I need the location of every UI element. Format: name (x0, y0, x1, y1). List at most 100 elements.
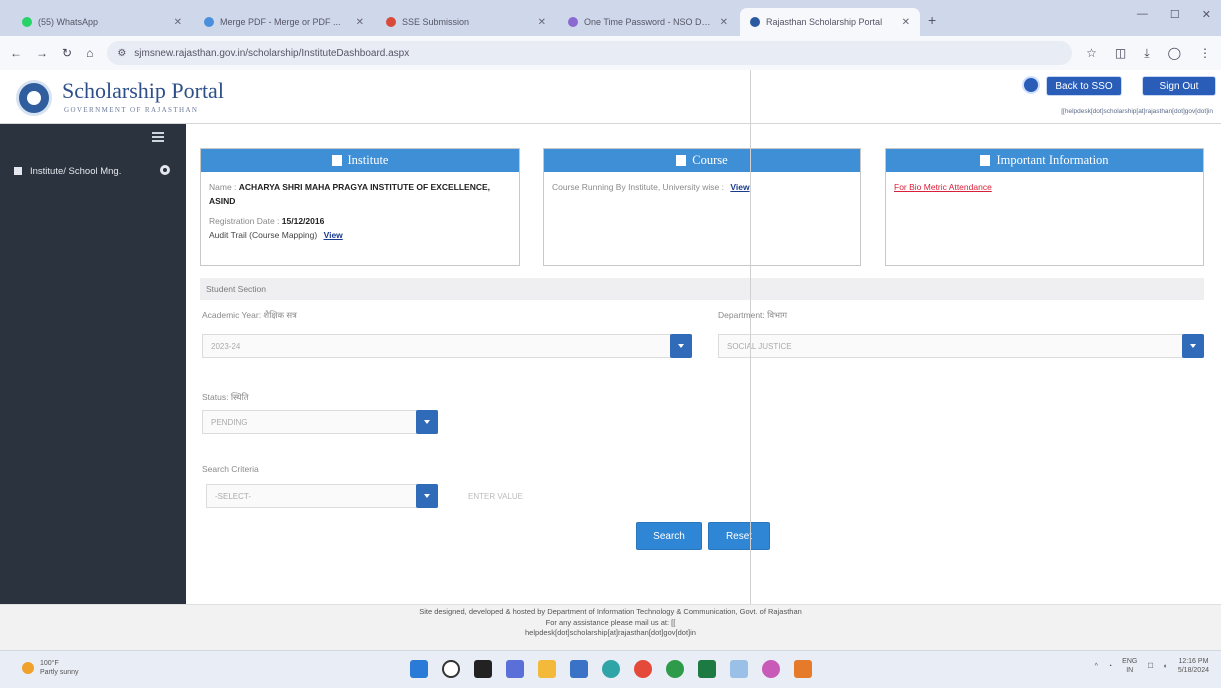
language-indicator[interactable]: ENG IN (1122, 657, 1137, 675)
browser-tab-whatsapp[interactable]: (55) WhatsApp ✕ (12, 8, 192, 36)
menu-square-icon (14, 167, 22, 175)
tray-chevron-up-icon[interactable]: ^ (1095, 662, 1098, 671)
course-running-text: Course Running By Institute, University … (552, 182, 724, 192)
sign-out-button[interactable]: Sign Out (1142, 76, 1216, 96)
close-icon[interactable]: ✕ (538, 17, 546, 28)
browser-tab-sse[interactable]: SSE Submission ✕ (376, 8, 556, 36)
window-close-icon[interactable]: ✕ (1202, 8, 1211, 21)
biometric-attendance-link[interactable]: For Bio Metric Attendance (894, 182, 992, 192)
tab-label: SSE Submission (402, 17, 470, 27)
user-icon[interactable] (1022, 76, 1040, 94)
book-icon (980, 155, 991, 166)
institute-card-header: Institute (201, 149, 519, 172)
windows-start-icon[interactable] (410, 660, 428, 678)
gear-icon[interactable] (160, 165, 170, 175)
weather-temp: 100°F (40, 660, 59, 667)
tab-label: Merge PDF - Merge or PDF ... (220, 17, 341, 27)
institute-card-title: Institute (347, 153, 389, 167)
excel-icon[interactable] (698, 660, 716, 678)
course-card-header: Course (544, 149, 860, 172)
app-green-icon[interactable] (666, 660, 684, 678)
student-section-heading: Student Section (200, 278, 1204, 300)
sidebar-toggle-icon[interactable] (152, 132, 164, 142)
chrome-profile-icon[interactable] (762, 660, 780, 678)
status-select[interactable]: PENDING (202, 410, 438, 434)
course-view-link[interactable]: View (730, 182, 749, 192)
task-view-icon[interactable] (474, 660, 492, 678)
important-info-card-header: Important Information (886, 149, 1203, 172)
important-info-card: Important Information For Bio Metric Att… (885, 148, 1204, 266)
chrome-icon[interactable] (634, 660, 652, 678)
extensions-icon[interactable]: ◫ (1115, 46, 1126, 61)
sse-icon (386, 17, 396, 27)
search-criteria-label: Search Criteria (202, 464, 259, 474)
chevron-down-icon[interactable] (670, 334, 692, 358)
reload-icon[interactable]: ↻ (62, 46, 72, 60)
clock[interactable]: 12:16 PM 5/18/2024 (1178, 657, 1209, 675)
browser-tab-otp[interactable]: One Time Password - NSO DU... ✕ (558, 8, 738, 36)
chat-icon[interactable] (506, 660, 524, 678)
institute-card: Institute Name : ACHARYA SHRI MAHA PRAGY… (200, 148, 520, 266)
search-value-input[interactable]: ENTER VALUE (462, 484, 682, 508)
taskbar-apps (410, 660, 812, 678)
close-icon[interactable]: ✕ (174, 17, 182, 28)
chevron-down-icon[interactable] (416, 410, 438, 434)
close-icon[interactable]: ✕ (720, 17, 728, 28)
helpdesk-email[interactable]: [[helpdesk[dot]scholarship[at]rajasthan[… (1061, 108, 1213, 115)
academic-year-value: 2023-24 (211, 341, 241, 351)
pin-icon[interactable] (794, 660, 812, 678)
store-icon[interactable] (570, 660, 588, 678)
course-card: Course Course Running By Institute, Univ… (543, 148, 861, 266)
minimize-icon[interactable]: — (1137, 8, 1148, 21)
network-icon[interactable]: ◔ (1108, 662, 1112, 671)
address-bar: ← → ↻ ⌂ ⚙ sjmsnew.rajasthan.gov.in/schol… (0, 36, 1221, 70)
main-content: Institute Name : ACHARYA SHRI MAHA PRAGY… (186, 124, 1221, 604)
download-icon[interactable]: ⤓ (1144, 46, 1149, 61)
sidebar-item-label: Institute/ School Mng. (30, 165, 122, 177)
site-info-icon[interactable]: ⚙ (117, 48, 126, 59)
chevron-down-icon[interactable] (1182, 334, 1204, 358)
maximize-icon[interactable]: ☐ (1170, 8, 1180, 21)
portal-title: Scholarship Portal (62, 78, 224, 103)
department-select[interactable]: SOCIAL JUSTICE (718, 334, 1204, 358)
search-button[interactable]: Search (636, 522, 702, 550)
footer-helpdesk-email[interactable]: helpdesk[dot]scholarship[at]rajasthan[do… (0, 628, 1221, 639)
file-explorer-icon[interactable] (538, 660, 556, 678)
portal-header: Scholarship Portal GOVERNMENT OF RAJASTH… (0, 70, 1221, 124)
search-criteria-value: -SELECT- (215, 491, 252, 501)
browser-tab-bar: (55) WhatsApp ✕ Merge PDF - Merge or PDF… (0, 0, 1221, 36)
sidebar-item-institute-school-mng[interactable]: Institute/ School Mng. (0, 158, 186, 184)
browser-tab-merge-pdf[interactable]: Merge PDF - Merge or PDF ... ✕ (194, 8, 374, 36)
close-icon[interactable]: ✕ (902, 17, 910, 28)
forward-arrow-icon[interactable]: → (36, 46, 48, 60)
back-arrow-icon[interactable]: ← (10, 46, 22, 60)
browser-tab-scholarship[interactable]: Rajasthan Scholarship Portal ✕ (740, 8, 920, 36)
home-icon[interactable]: ⌂ (86, 46, 93, 60)
search-criteria-select[interactable]: -SELECT- (206, 484, 438, 508)
bookmark-star-icon[interactable]: ☆ (1086, 46, 1097, 61)
weather-widget[interactable]: 100°F Partly sunny (22, 659, 79, 677)
menu-icon[interactable]: ⋮ (1199, 46, 1211, 61)
audit-trail-view-link[interactable]: View (324, 230, 343, 240)
reset-button[interactable]: Reset (708, 522, 770, 550)
tab-label: One Time Password - NSO DU... (584, 17, 714, 27)
back-to-sso-button[interactable]: Back to SSO (1046, 76, 1122, 96)
audit-trail-label: Audit Trail (Course Mapping) (209, 230, 318, 240)
edge-icon[interactable] (602, 660, 620, 678)
volume-icon[interactable]: ◐ (1164, 662, 1168, 671)
system-tray: ^ ◔ ENG IN ☐ ◐ 12:16 PM 5/18/2024 (1095, 657, 1209, 675)
url-text: sjmsnew.rajasthan.gov.in/scholarship/Ins… (134, 47, 410, 59)
otp-icon (568, 17, 578, 27)
academic-year-label: Academic Year: शैक्षिक सत्र (202, 310, 297, 320)
portal-subtitle: GOVERNMENT OF RAJASTHAN (64, 106, 199, 114)
url-field[interactable]: ⚙ sjmsnew.rajasthan.gov.in/scholarship/I… (107, 41, 1073, 65)
academic-year-select[interactable]: 2023-24 (202, 334, 692, 358)
wifi-icon[interactable]: ☐ (1147, 662, 1153, 671)
registration-date-value: 15/12/2016 (281, 216, 325, 226)
chevron-down-icon[interactable] (416, 484, 438, 508)
new-tab-icon[interactable]: + (928, 12, 936, 28)
profile-icon[interactable]: ◯ (1168, 46, 1181, 61)
paint-icon[interactable] (730, 660, 748, 678)
search-icon[interactable] (442, 660, 460, 678)
close-icon[interactable]: ✕ (356, 17, 364, 28)
